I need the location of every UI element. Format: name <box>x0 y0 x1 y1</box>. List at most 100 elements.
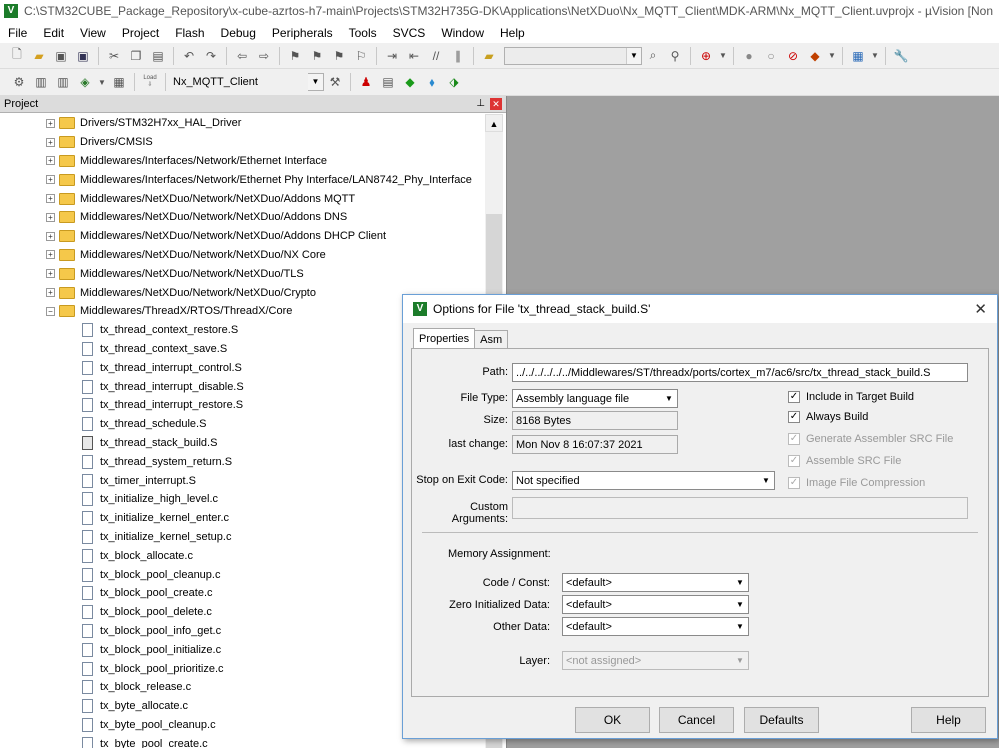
include-in-build-checkbox[interactable]: ✓ Include in Target Build <box>788 391 914 403</box>
menu-help[interactable]: Help <box>492 26 533 40</box>
other-data-select[interactable]: <default> ▼ <box>562 617 749 636</box>
menu-file[interactable]: File <box>0 26 35 40</box>
expand-icon[interactable]: + <box>46 231 55 241</box>
tree-folder[interactable]: + Middlewares/NetXDuo/Network/NetXDuo/Add… <box>0 208 484 227</box>
target-select[interactable]: Nx_MQTT_Client <box>170 73 320 91</box>
expand-icon[interactable]: + <box>46 288 55 298</box>
always-build-checkbox[interactable]: ✓ Always Build <box>788 411 868 423</box>
tree-folder[interactable]: + Drivers/STM32H7xx_HAL_Driver <box>0 114 484 133</box>
find-icon[interactable]: ⌕ <box>644 47 662 65</box>
ok-button[interactable]: OK <box>575 707 650 733</box>
menu-flash[interactable]: Flash <box>167 26 212 40</box>
bookmark-next-icon[interactable]: ⚑ <box>330 47 348 65</box>
incremental-find-icon[interactable]: ⚲ <box>666 47 684 65</box>
chevron-down-icon[interactable]: ▼ <box>719 47 727 65</box>
new-file-icon[interactable]: 🗋 <box>8 47 26 65</box>
chevron-down-icon[interactable]: ▼ <box>871 47 879 65</box>
window-layout-icon[interactable]: ▦ <box>849 47 867 65</box>
save-icon[interactable]: ▣ <box>52 47 70 65</box>
paste-icon[interactable]: ▤ <box>149 47 167 65</box>
comment-icon[interactable]: // <box>427 47 445 65</box>
tree-folder[interactable]: + Middlewares/NetXDuo/Network/NetXDuo/Add… <box>0 227 484 246</box>
expand-icon[interactable]: + <box>46 156 55 166</box>
translate-icon[interactable]: ⚙ <box>10 73 28 91</box>
breakpoint-enable-icon[interactable]: ○ <box>762 47 780 65</box>
tab-asm[interactable]: Asm <box>474 330 509 348</box>
title-bar: V C:\STM32CUBE_Package_Repository\x-cube… <box>0 0 999 22</box>
configure-wrench-icon[interactable]: 🔧 <box>892 47 910 65</box>
cut-icon[interactable]: ✂ <box>105 47 123 65</box>
select-packs-icon[interactable]: ⬗ <box>445 73 463 91</box>
chevron-down-icon[interactable]: ▼ <box>98 73 106 91</box>
find-in-files-icon[interactable]: ▰ <box>480 47 498 65</box>
expand-icon[interactable]: + <box>46 175 55 185</box>
redo-icon[interactable]: ↷ <box>202 47 220 65</box>
tree-folder[interactable]: + Drivers/CMSIS <box>0 133 484 152</box>
chevron-down-icon[interactable]: ▼ <box>828 47 836 65</box>
indent-icon[interactable]: ⇥ <box>383 47 401 65</box>
run-time-environment-icon[interactable]: ⬧ <box>423 73 441 91</box>
breakpoint-insert-icon[interactable]: ● <box>740 47 758 65</box>
expand-icon[interactable]: + <box>46 194 55 204</box>
menu-svcs[interactable]: SVCS <box>385 26 434 40</box>
expand-icon[interactable]: + <box>46 250 55 260</box>
stop-on-exit-select[interactable]: Not specified ▼ <box>512 471 775 490</box>
tree-folder[interactable]: + Middlewares/Interfaces/Network/Ethernet… <box>0 170 484 189</box>
menu-project[interactable]: Project <box>114 26 167 40</box>
rebuild-icon[interactable]: ▥ <box>54 73 72 91</box>
zero-init-select[interactable]: <default> ▼ <box>562 595 749 614</box>
target-options-icon[interactable]: ⚒ <box>326 73 344 91</box>
path-field[interactable]: ../../../../../../Middlewares/ST/threadx… <box>512 363 968 382</box>
breakpoint-kill-icon[interactable]: ◆ <box>806 47 824 65</box>
save-all-icon[interactable]: ▣ <box>74 47 92 65</box>
file-extensions-icon[interactable]: ♟ <box>357 73 375 91</box>
stop-build-icon[interactable]: ▦ <box>110 73 128 91</box>
menu-peripherals[interactable]: Peripherals <box>264 26 341 40</box>
menu-tools[interactable]: Tools <box>341 26 385 40</box>
nav-back-icon[interactable]: ⇦ <box>233 47 251 65</box>
manage-components-icon[interactable]: ▤ <box>379 73 397 91</box>
undo-icon[interactable]: ↶ <box>180 47 198 65</box>
expand-icon[interactable]: + <box>46 212 55 222</box>
close-icon[interactable]: ✕ <box>490 98 502 110</box>
tree-folder[interactable]: + Middlewares/Interfaces/Network/Ethernet… <box>0 152 484 171</box>
cancel-button[interactable]: Cancel <box>659 707 734 733</box>
tab-properties[interactable]: Properties <box>413 328 476 348</box>
tree-folder[interactable]: + Middlewares/NetXDuo/Network/NetXDuo/TLS <box>0 264 484 283</box>
collapse-icon[interactable]: − <box>46 306 55 316</box>
code-const-select[interactable]: <default> ▼ <box>562 573 749 592</box>
menu-window[interactable]: Window <box>433 26 492 40</box>
menu-debug[interactable]: Debug <box>213 26 264 40</box>
uncomment-icon[interactable]: ∥ <box>449 47 467 65</box>
unindent-icon[interactable]: ⇤ <box>405 47 423 65</box>
file-type-select[interactable]: Assembly language file ▼ <box>512 389 678 408</box>
bookmark-prev-icon[interactable]: ⚑ <box>308 47 326 65</box>
chevron-down-icon: ▼ <box>661 390 677 407</box>
debug-session-icon[interactable]: ⊕ <box>697 47 715 65</box>
pack-installer-icon[interactable]: ◆ <box>401 73 419 91</box>
find-combo[interactable]: ▼ <box>504 46 642 65</box>
bookmark-clear-icon[interactable]: ⚐ <box>352 47 370 65</box>
download-load-icon[interactable]: Load ⇩ <box>141 73 159 91</box>
expand-icon[interactable]: + <box>46 137 55 147</box>
defaults-button[interactable]: Defaults <box>744 707 819 733</box>
menu-edit[interactable]: Edit <box>35 26 72 40</box>
expand-icon[interactable]: + <box>46 269 55 279</box>
open-folder-icon[interactable]: ▰ <box>30 47 48 65</box>
target-dropdown[interactable]: ▼ <box>308 73 324 91</box>
close-icon[interactable]: ✕ <box>974 300 987 318</box>
pin-icon[interactable]: ⊥ <box>476 98 485 109</box>
bookmark-toggle-icon[interactable]: ⚑ <box>286 47 304 65</box>
batch-build-icon[interactable]: ◈ <box>76 73 94 91</box>
menu-view[interactable]: View <box>72 26 114 40</box>
help-button[interactable]: Help <box>911 707 986 733</box>
build-icon[interactable]: ▥ <box>32 73 50 91</box>
tree-folder[interactable]: + Middlewares/NetXDuo/Network/NetXDuo/NX … <box>0 246 484 265</box>
scroll-up-icon[interactable]: ▲ <box>485 114 503 132</box>
checkbox-label: Generate Assembler SRC File <box>806 433 954 445</box>
copy-icon[interactable]: ❐ <box>127 47 145 65</box>
tree-folder[interactable]: + Middlewares/NetXDuo/Network/NetXDuo/Add… <box>0 189 484 208</box>
expand-icon[interactable]: + <box>46 118 55 128</box>
nav-forward-icon[interactable]: ⇨ <box>255 47 273 65</box>
breakpoint-disable-all-icon[interactable]: ⊘ <box>784 47 802 65</box>
